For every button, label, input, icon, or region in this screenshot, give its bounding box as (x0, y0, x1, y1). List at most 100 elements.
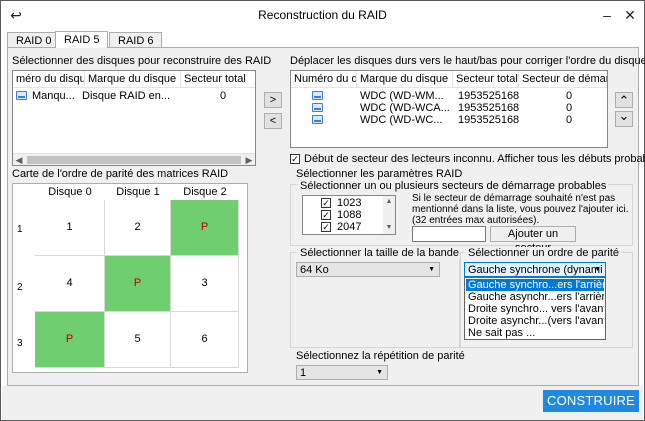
parity-cell: 2 (105, 200, 171, 256)
parity-option[interactable]: Ne sait pas ... (466, 327, 604, 339)
dropdown-arrow-icon: ▼ (376, 369, 383, 376)
dropdown-arrow-icon: ▼ (428, 266, 435, 273)
col-disk-number[interactable]: méro du disque (13, 71, 85, 88)
disk-start-sector: 0 (566, 90, 573, 102)
target-list-header: Numéro du d Marque du disque Secteur tot… (291, 71, 607, 88)
parity-cell: 3 (171, 256, 239, 312)
table-row[interactable]: WDC (WD-WM... 1953525168 0 (294, 90, 606, 102)
sector-1088-checkbox[interactable]: ✓ (321, 210, 331, 220)
stripe-size-label: Sélectionner la taille de la bande (298, 247, 462, 259)
parity-order-dropdown: Gauche synchro...ers l'arrière) Gauche a… (464, 277, 606, 340)
custom-sector-input[interactable] (412, 226, 486, 242)
raid5-panel: Sélectionner des disques pour reconstrui… (7, 47, 645, 386)
parity-option[interactable]: Gauche asynchr...ers l'arrière) (466, 291, 604, 303)
scroll-right-icon[interactable]: ▶ (243, 154, 255, 165)
disk-brand: Disque RAID en... (82, 90, 171, 102)
window-title: Reconstruction du RAID (258, 8, 387, 22)
sector-hint-line: Si le secteur de démarrage souhaité n'es… (412, 193, 616, 204)
table-row[interactable]: WDC (WD-WCA... 1953525168 0 (294, 102, 606, 114)
parity-option[interactable]: Gauche synchro...ers l'arrière) (466, 279, 604, 291)
disk-total-sectors: 1953525168 (458, 102, 520, 114)
sector-2047-checkbox[interactable]: ✓ (321, 222, 331, 232)
add-disk-button[interactable]: > (264, 92, 282, 108)
sector-hint-line: mentionné dans la liste, vous pouvez l'a… (412, 204, 629, 215)
parity-order-select[interactable]: Gauche synchrone (dynami ▼ (464, 262, 606, 277)
sector-hint: Si le secteur de démarrage souhaité n'es… (412, 193, 628, 226)
col-disk-brand[interactable]: Marque du disque (85, 71, 181, 88)
parity-order-value: Gauche synchrone (dynami (468, 264, 603, 276)
add-sector-button[interactable]: Ajouter un secteur (490, 226, 576, 254)
start-sectors-list[interactable]: ✓ 1023 ✓ 1088 ✓ 2047 ▲ ▼ (302, 195, 396, 235)
disk-start-sector: 0 (566, 114, 573, 126)
minimize-button[interactable]: – (598, 6, 616, 24)
move-down-button[interactable]: ⌄ (615, 109, 633, 127)
parity-cell: 1 (35, 200, 105, 256)
hard-disk-icon (312, 103, 323, 112)
disk-total-sectors: 1953525168 (458, 90, 520, 102)
disk-total-sectors: 1953525168 (458, 114, 520, 126)
remove-disk-button[interactable]: < (264, 113, 282, 129)
parity-order-label: Sélectionner un ordre de parité (466, 247, 622, 259)
move-up-button[interactable]: ⌃ (615, 92, 633, 108)
scroll-left-icon[interactable]: ◀ (13, 154, 25, 165)
title-bar: ↩ Reconstruction du RAID – ✕ (1, 1, 644, 29)
disk-total-sectors: 0 (220, 90, 227, 102)
sector-value: 2047 (337, 221, 362, 233)
tab-raid-0[interactable]: RAID 0 (7, 32, 61, 48)
col-disk-brand[interactable]: Marque du disque (357, 71, 453, 88)
list-item[interactable]: Manqu... Disque RAID en... 0 (16, 90, 255, 104)
col-disk-number[interactable]: Numéro du d (291, 71, 357, 88)
unknown-start-label[interactable]: Début de secteur des lecteurs inconnu. A… (304, 153, 645, 165)
source-disks-list[interactable]: méro du disque Marque du disque Secteur … (12, 70, 256, 166)
stripe-size-value: 64 Ko (300, 264, 329, 276)
parity-option[interactable]: Droite asynchr...(vers l'avant) (466, 315, 604, 327)
parity-col-header: Disque 0 (48, 186, 92, 198)
hard-disk-icon (16, 91, 27, 100)
parity-repetition-label: Sélectionnez la répétition de parité (296, 350, 465, 362)
close-button[interactable]: ✕ (621, 6, 639, 24)
parity-cell: 4 (35, 256, 105, 312)
app-window: ↩ Reconstruction du RAID – ✕ RAID 0 RAID… (0, 0, 645, 421)
disk-brand: WDC (WD-WC... (360, 114, 443, 126)
scroll-up-icon[interactable]: ▲ (383, 196, 395, 208)
vertical-scrollbar[interactable]: ▲ ▼ (383, 196, 395, 234)
scroll-down-icon[interactable]: ▼ (383, 222, 395, 234)
table-row[interactable]: WDC (WD-WC... 1953525168 0 (294, 114, 606, 126)
parity-map-label: Carte de l'ordre de parité des matrices … (12, 168, 229, 180)
unknown-start-checkbox[interactable]: ✓ (290, 154, 300, 164)
parity-option[interactable]: Droite synchro... vers l'avant) (466, 303, 604, 315)
build-button[interactable]: CONSTRUIRE (543, 390, 639, 412)
parity-map-grid: Disque 0 Disque 1 Disque 2 1 2 3 1 2 P 4… (12, 183, 248, 373)
parity-cell: 5 (105, 312, 171, 368)
sector-1023-checkbox[interactable]: ✓ (321, 198, 331, 208)
disk-brand: WDC (WD-WCA... (360, 102, 450, 114)
source-list-header: méro du disque Marque du disque Secteur … (13, 71, 255, 88)
stripe-size-select[interactable]: 64 Ko ▼ (296, 262, 440, 277)
target-disks-list[interactable]: Numéro du d Marque du disque Secteur tot… (290, 70, 608, 148)
start-sectors-label: Sélectionner un ou plusieurs secteurs de… (298, 180, 609, 192)
disk-brand: WDC (WD-WM... (360, 90, 444, 102)
hard-disk-icon (312, 115, 323, 124)
dropdown-arrow-icon: ▼ (594, 266, 601, 273)
tab-raid-6[interactable]: RAID 6 (109, 32, 163, 48)
col-start-sector[interactable]: Secteur de démarrage du (519, 71, 607, 88)
tab-raid-5[interactable]: RAID 5 (55, 31, 109, 48)
source-disks-label: Sélectionner des disques pour reconstrui… (12, 55, 272, 67)
sector-hint-line: (32 entrées max autorisées). (412, 215, 540, 226)
col-total-sectors[interactable]: Secteur total (453, 71, 519, 88)
footer-bar: CONSTRUIRE (2, 386, 643, 420)
parity-repetition-select[interactable]: 1 ▼ (296, 365, 388, 380)
target-disks-label: Déplacer les disques durs vers le haut/b… (290, 55, 645, 67)
hard-disk-icon (312, 91, 323, 100)
parity-row-header: 1 (17, 224, 23, 235)
parity-row-header: 2 (17, 282, 23, 293)
parity-repetition-value: 1 (300, 367, 307, 379)
disk-start-sector: 0 (566, 102, 573, 114)
parity-block-cell: P (171, 200, 239, 256)
horizontal-scrollbar[interactable]: ◀ ▶ (13, 153, 255, 165)
col-total-sectors[interactable]: Secteur total (181, 71, 255, 88)
scroll-thumb[interactable] (27, 156, 241, 164)
raid-params-label: Sélectionner les paramètres RAID (296, 168, 463, 180)
parity-block-cell: P (35, 312, 105, 368)
parity-cell: 6 (171, 312, 239, 368)
